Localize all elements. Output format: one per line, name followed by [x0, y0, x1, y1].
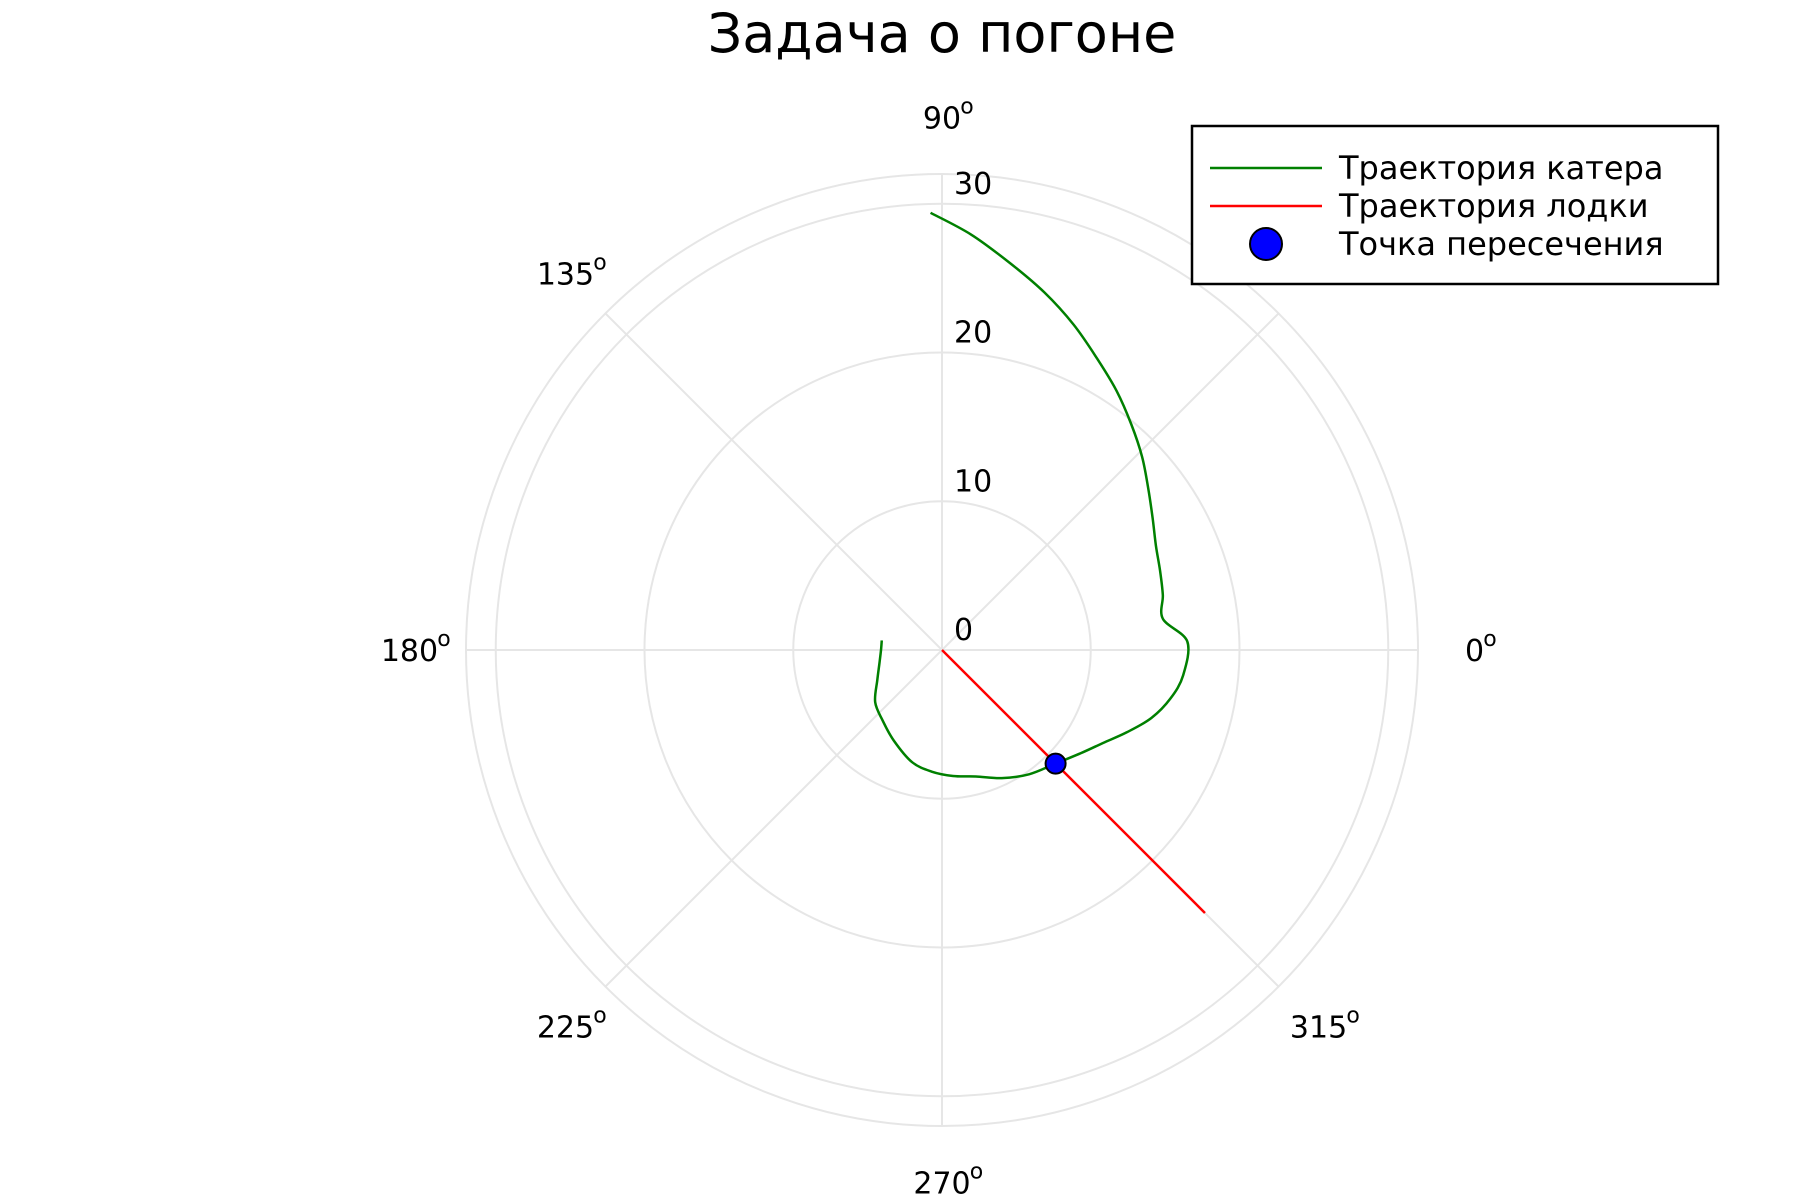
radial-tick-label: 10: [954, 464, 992, 499]
angle-tick-label: 315: [1290, 1011, 1347, 1046]
grid-spoke: [604, 649, 943, 988]
degree-symbol: o: [1483, 627, 1496, 652]
angle-tick-label: 90: [923, 101, 961, 136]
angle-tick-label: 135: [537, 257, 594, 292]
angle-tick-label: 180: [381, 634, 438, 669]
degree-symbol: o: [593, 1004, 606, 1029]
series-line: [873, 211, 1190, 780]
angle-tick-label: 270: [913, 1167, 970, 1200]
grid-spoke: [941, 312, 1280, 651]
degree-symbol: o: [1346, 1004, 1359, 1029]
series-line: [941, 649, 1206, 914]
degree-symbol: o: [437, 627, 450, 652]
chart-title: Задача о погоне: [708, 2, 1177, 65]
legend-label: Траектория катера: [1338, 149, 1663, 187]
radial-tick-label: 30: [954, 167, 992, 202]
degree-symbol: o: [593, 250, 606, 275]
legend-swatch-point: [1249, 227, 1283, 261]
intersection-point: [1044, 752, 1067, 775]
radial-tick-label: 20: [954, 316, 992, 351]
degree-symbol: o: [960, 94, 973, 119]
legend: Траектория катераТраектория лодкиТочка п…: [1190, 124, 1720, 286]
series-layer: [873, 211, 1206, 914]
radial-tick-label: 0: [954, 613, 973, 648]
angle-tick-label: 225: [537, 1011, 594, 1046]
grid-spoke: [604, 312, 943, 651]
legend-label: Точка пересечения: [1338, 225, 1664, 263]
angle-tick-label: 0: [1465, 634, 1484, 669]
polar-chart: Задача о погоне 01020300o45o90o135o180o2…: [381, 2, 1720, 1200]
legend-label: Траектория лодки: [1338, 187, 1649, 225]
degree-symbol: o: [970, 1160, 983, 1185]
